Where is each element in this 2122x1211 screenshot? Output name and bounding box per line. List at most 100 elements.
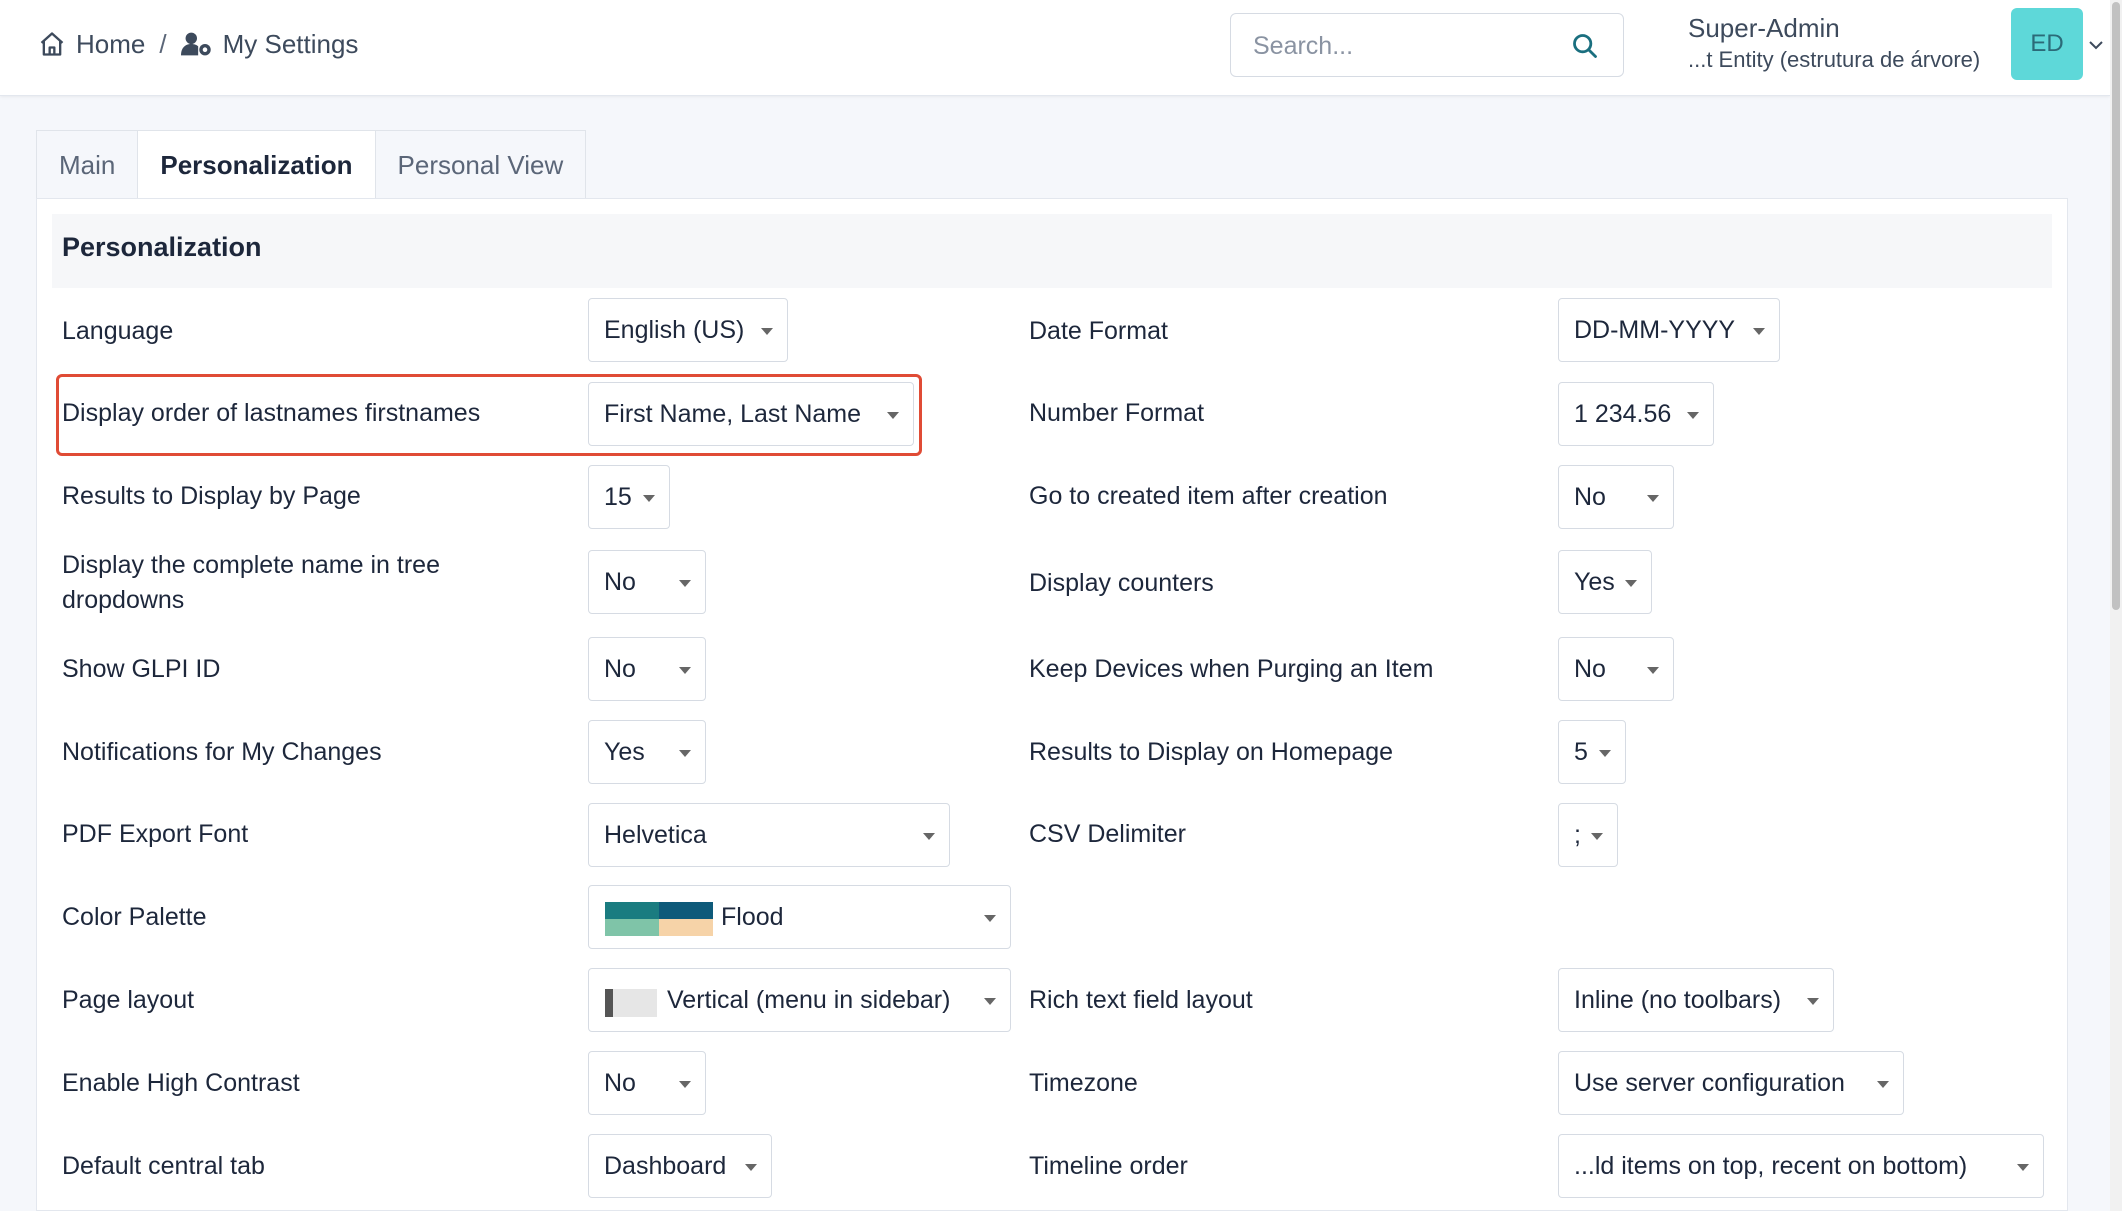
scrollbar-thumb[interactable] xyxy=(2112,2,2120,610)
tab-personalization[interactable]: Personalization xyxy=(137,130,376,199)
chevron-down-icon[interactable] xyxy=(2088,38,2104,56)
csv-delimiter-label: CSV Delimiter xyxy=(1029,820,1186,848)
caret-down-icon xyxy=(1591,833,1603,840)
avatar[interactable]: ED xyxy=(2011,8,2083,80)
timezone-value: Use server configuration xyxy=(1574,1069,1845,1097)
default-tab-select[interactable]: Dashboard xyxy=(588,1134,772,1198)
tab-main[interactable]: Main xyxy=(36,130,139,199)
user-settings-icon xyxy=(180,30,213,58)
caret-down-icon xyxy=(2017,1164,2029,1171)
tree-complete-name-label: Display the complete name in tree dropdo… xyxy=(62,551,440,614)
user-name: Super-Admin xyxy=(1688,13,1840,43)
display-counters-value: Yes xyxy=(1574,568,1615,596)
page-layout-select[interactable]: Vertical (menu in sidebar) xyxy=(588,968,1011,1032)
tree-complete-name-value: No xyxy=(604,568,636,596)
breadcrumb-home-label: Home xyxy=(76,28,146,59)
number-format-label: Number Format xyxy=(1029,399,1205,427)
caret-down-icon xyxy=(679,580,691,587)
pdf-font-select[interactable]: Helvetica xyxy=(588,803,950,867)
top-header: Home / My Settings Super-Admin ...t Enti… xyxy=(0,0,2110,96)
tab-personal-view[interactable]: Personal View xyxy=(374,130,587,199)
language-select[interactable]: English (US) xyxy=(588,298,788,362)
language-label: Language xyxy=(62,317,174,345)
notifications-value: Yes xyxy=(604,738,645,766)
palette-swatch xyxy=(605,902,713,936)
caret-down-icon xyxy=(887,412,899,419)
timezone-label: Timezone xyxy=(1029,1069,1138,1097)
caret-down-icon xyxy=(923,833,935,840)
layout-preview xyxy=(605,989,657,1017)
date-format-select[interactable]: DD-MM-YYYY xyxy=(1558,298,1780,362)
homepage-results-select[interactable]: 5 xyxy=(1558,720,1626,784)
user-entity: ...t Entity (estrutura de árvore) xyxy=(1688,47,1981,72)
high-contrast-value: No xyxy=(604,1069,636,1097)
section-title: Personalization xyxy=(62,232,262,262)
rich-text-layout-label: Rich text field layout xyxy=(1029,986,1253,1014)
results-per-page-select[interactable]: 15 xyxy=(588,465,670,529)
default-tab-value: Dashboard xyxy=(604,1152,727,1180)
timeline-order-select[interactable]: ...ld items on top, recent on bottom) xyxy=(1558,1134,2044,1198)
breadcrumb-home-link[interactable]: Home xyxy=(38,29,145,60)
notifications-select[interactable]: Yes xyxy=(588,720,706,784)
csv-delimiter-select[interactable]: ; xyxy=(1558,803,1618,867)
caret-down-icon xyxy=(1625,580,1637,587)
tree-complete-name-select[interactable]: No xyxy=(588,550,706,614)
caret-down-icon xyxy=(984,915,996,922)
caret-down-icon xyxy=(679,667,691,674)
breadcrumb-current-label: My Settings xyxy=(222,28,359,59)
pdf-font-label: PDF Export Font xyxy=(62,820,249,848)
show-id-select[interactable]: No xyxy=(588,637,706,701)
timeline-order-label: Timeline order xyxy=(1029,1152,1188,1180)
caret-down-icon xyxy=(679,1081,691,1088)
results-per-page-label: Results to Display by Page xyxy=(62,482,361,510)
show-id-label: Show GLPI ID xyxy=(62,655,221,683)
caret-down-icon xyxy=(1599,750,1611,757)
caret-down-icon xyxy=(643,495,655,502)
homepage-results-label: Results to Display on Homepage xyxy=(1029,738,1394,766)
goto-created-value: No xyxy=(1574,483,1606,511)
caret-down-icon xyxy=(1807,998,1819,1005)
goto-created-label: Go to created item after creation xyxy=(1029,482,1388,510)
caret-down-icon xyxy=(679,750,691,757)
color-palette-select[interactable]: Flood xyxy=(588,885,1011,949)
display-counters-select[interactable]: Yes xyxy=(1558,550,1652,614)
color-palette-value: Flood xyxy=(721,903,784,931)
keep-devices-select[interactable]: No xyxy=(1558,637,1674,701)
keep-devices-value: No xyxy=(1574,655,1606,683)
default-tab-label: Default central tab xyxy=(62,1152,265,1180)
number-format-select[interactable]: 1 234.56 xyxy=(1558,382,1714,446)
page-layout-label: Page layout xyxy=(62,986,195,1014)
goto-created-select[interactable]: No xyxy=(1558,465,1674,529)
caret-down-icon xyxy=(745,1164,757,1171)
caret-down-icon xyxy=(761,328,773,335)
high-contrast-select[interactable]: No xyxy=(588,1051,706,1115)
csv-delimiter-value: ; xyxy=(1574,821,1581,849)
caret-down-icon xyxy=(1877,1081,1889,1088)
date-format-label: Date Format xyxy=(1029,317,1168,345)
search-input[interactable] xyxy=(1253,26,1553,66)
name-order-value: First Name, Last Name xyxy=(604,400,862,428)
name-order-label: Display order of lastnames firstnames xyxy=(62,399,481,427)
language-value: English (US) xyxy=(604,316,745,344)
breadcrumb-separator: / xyxy=(159,28,167,59)
caret-down-icon xyxy=(1687,412,1699,419)
name-order-select[interactable]: First Name, Last Name xyxy=(588,382,914,446)
settings-tabs: Main Personalization Personal View xyxy=(36,130,587,199)
caret-down-icon xyxy=(1647,495,1659,502)
homepage-results-value: 5 xyxy=(1574,738,1588,766)
search-icon[interactable] xyxy=(1571,32,1599,65)
breadcrumb-my-settings-link[interactable]: My Settings xyxy=(180,28,359,60)
show-id-value: No xyxy=(604,655,636,683)
pdf-font-value: Helvetica xyxy=(604,821,707,849)
date-format-value: DD-MM-YYYY xyxy=(1574,316,1736,344)
notifications-label: Notifications for My Changes xyxy=(62,738,382,766)
user-menu[interactable]: Super-Admin ...t Entity (estrutura de ár… xyxy=(1688,12,2008,74)
results-per-page-value: 15 xyxy=(604,483,632,511)
rich-text-layout-select[interactable]: Inline (no toolbars) xyxy=(1558,968,1834,1032)
breadcrumb: Home / My Settings xyxy=(38,24,358,64)
caret-down-icon xyxy=(984,998,996,1005)
timezone-select[interactable]: Use server configuration xyxy=(1558,1051,1904,1115)
high-contrast-label: Enable High Contrast xyxy=(62,1069,300,1097)
caret-down-icon xyxy=(1647,667,1659,674)
rich-text-layout-value: Inline (no toolbars) xyxy=(1574,986,1782,1014)
